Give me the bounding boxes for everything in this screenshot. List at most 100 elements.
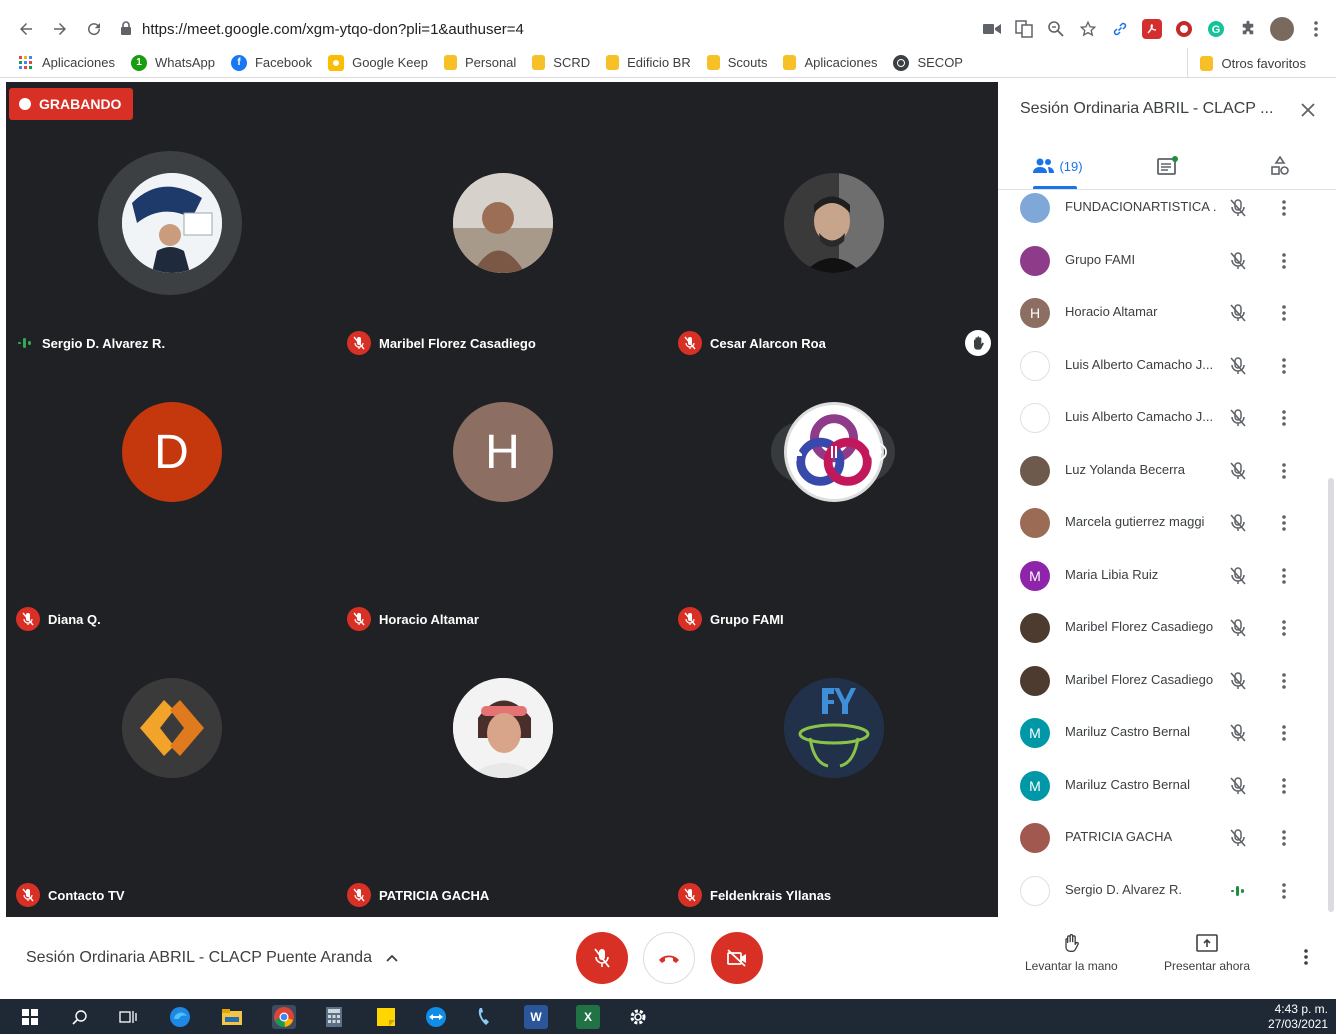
file-explorer-icon[interactable] <box>220 1005 244 1029</box>
participant-row[interactable]: M Maria Libia Ruiz <box>998 550 1328 602</box>
participant-row[interactable]: Luis Alberto Camacho J... <box>998 340 1328 392</box>
kebab-menu-icon[interactable] <box>1272 249 1296 273</box>
mic-off-icon[interactable] <box>1226 721 1250 745</box>
back-button[interactable] <box>10 13 42 45</box>
bookmark-facebook[interactable]: f Facebook <box>230 54 312 71</box>
kebab-menu-icon[interactable] <box>1272 616 1296 640</box>
forward-button[interactable] <box>44 13 76 45</box>
tab-people[interactable]: (19) <box>1028 142 1088 190</box>
participant-row[interactable]: M Mariluz Castro Bernal <box>998 760 1328 812</box>
kebab-menu-icon[interactable] <box>1272 511 1296 535</box>
raise-hand-button[interactable]: Levantar la mano <box>1025 931 1118 973</box>
sticky-notes-icon[interactable] <box>374 1005 398 1029</box>
kebab-menu-icon[interactable] <box>1272 774 1296 798</box>
bookmark-google-keep[interactable]: Google Keep <box>328 54 428 71</box>
mic-off-icon[interactable] <box>1226 564 1250 588</box>
participant-tile[interactable]: Feldenkrais Yllanas <box>668 634 999 910</box>
reload-button[interactable] <box>78 13 110 45</box>
participant-row[interactable]: FUNDACIONARTISTICA ... <box>998 190 1328 234</box>
bookmark-personal[interactable]: Personal <box>443 55 516 70</box>
pin-icon[interactable] <box>786 442 806 462</box>
kebab-menu-icon[interactable] <box>1272 879 1296 903</box>
mic-toggle-button[interactable] <box>576 932 628 984</box>
participant-tile[interactable]: Maribel Florez Casadiego <box>337 82 668 358</box>
kebab-menu-icon[interactable] <box>1272 301 1296 325</box>
mic-off-icon[interactable] <box>1226 354 1250 378</box>
task-view-icon[interactable] <box>116 1005 140 1029</box>
mic-off-icon[interactable] <box>1226 511 1250 535</box>
mic-off-icon[interactable] <box>1226 669 1250 693</box>
search-icon[interactable] <box>68 1005 92 1029</box>
kebab-menu-icon[interactable] <box>1272 406 1296 430</box>
bookmark-secop[interactable]: SECOP <box>893 54 963 71</box>
camera-toggle-button[interactable] <box>711 932 763 984</box>
kebab-menu-icon[interactable] <box>1272 826 1296 850</box>
participant-row[interactable]: Marcela gutierrez maggi <box>998 497 1328 549</box>
mic-off-icon[interactable] <box>1226 616 1250 640</box>
mic-off-icon[interactable] <box>1226 196 1250 220</box>
participant-row[interactable]: Maribel Florez Casadiego <box>998 602 1328 654</box>
chrome-icon[interactable] <box>272 1005 296 1029</box>
mic-off-icon[interactable] <box>1226 459 1250 483</box>
translate-icon[interactable] <box>1014 19 1034 39</box>
tab-chat[interactable] <box>1148 142 1188 190</box>
word-icon[interactable]: W <box>524 1005 548 1029</box>
participant-tile[interactable]: Sergio D. Alvarez R. <box>6 82 337 358</box>
puzzle-icon[interactable] <box>1238 19 1258 39</box>
panel-scrollbar[interactable] <box>1328 478 1334 912</box>
speaking-indicator-icon[interactable] <box>1226 879 1250 903</box>
remove-participant-icon[interactable] <box>868 442 888 462</box>
participant-row[interactable]: Grupo FAMI <box>998 235 1328 287</box>
bookmark-scrd[interactable]: SCRD <box>532 55 590 70</box>
participant-tile[interactable]: Cesar Alarcon Roa <box>668 82 999 358</box>
address-bar[interactable]: https://meet.google.com/xgm-ytqo-don?pli… <box>120 14 950 44</box>
phone-app-icon[interactable] <box>474 1005 498 1029</box>
bookmark-aplicaciones-folder[interactable]: Aplicaciones <box>783 55 877 70</box>
more-options-button[interactable] <box>1294 945 1318 969</box>
participant-tile[interactable]: H Horacio Altamar <box>337 358 668 634</box>
calculator-icon[interactable] <box>322 1005 346 1029</box>
excel-icon[interactable]: X <box>576 1005 600 1029</box>
participant-tile[interactable]: Contacto TV <box>6 634 337 910</box>
mic-off-icon[interactable] <box>1226 301 1250 325</box>
link-icon[interactable] <box>1110 19 1130 39</box>
mute-participant-icon[interactable] <box>824 442 844 462</box>
bookmark-edificio-br[interactable]: Edificio BR <box>606 55 691 70</box>
star-icon[interactable] <box>1078 19 1098 39</box>
participant-tile[interactable]: PATRICIA GACHA <box>337 634 668 910</box>
kebab-menu-icon[interactable] <box>1272 564 1296 588</box>
participant-row[interactable]: Luis Alberto Camacho J... <box>998 392 1328 444</box>
participant-row[interactable]: H Horacio Altamar <box>998 287 1328 339</box>
close-panel-button[interactable] <box>1296 98 1320 122</box>
participant-row[interactable]: Sergio D. Alvarez R. <box>998 865 1328 917</box>
kebab-menu-icon[interactable] <box>1306 19 1326 39</box>
grammarly-icon[interactable]: G <box>1206 19 1226 39</box>
leave-call-button[interactable] <box>643 932 695 984</box>
participant-row[interactable]: Luz Yolanda Becerra <box>998 445 1328 497</box>
kebab-menu-icon[interactable] <box>1272 669 1296 693</box>
edge-icon[interactable] <box>168 1005 192 1029</box>
participant-tile[interactable]: Grupo FAMI <box>668 358 999 634</box>
settings-gear-icon[interactable] <box>626 1005 650 1029</box>
kebab-menu-icon[interactable] <box>1272 721 1296 745</box>
participant-row[interactable]: Maribel Florez Casadiego <box>998 655 1328 707</box>
meeting-details-button[interactable]: Sesión Ordinaria ABRIL - CLACP Puente Ar… <box>26 949 400 967</box>
mic-off-icon[interactable] <box>1226 249 1250 273</box>
kebab-menu-icon[interactable] <box>1272 196 1296 220</box>
mic-off-icon[interactable] <box>1226 774 1250 798</box>
camera-icon[interactable] <box>982 19 1002 39</box>
present-now-button[interactable]: Presentar ahora <box>1164 931 1250 973</box>
zoom-icon[interactable] <box>1046 19 1066 39</box>
mic-off-icon[interactable] <box>1226 406 1250 430</box>
participant-row[interactable]: PATRICIA GACHA <box>998 812 1328 864</box>
mic-off-icon[interactable] <box>1226 826 1250 850</box>
pdf-icon[interactable] <box>1142 19 1162 39</box>
kebab-menu-icon[interactable] <box>1272 459 1296 483</box>
participant-tile[interactable]: D Diana Q. <box>6 358 337 634</box>
bookmark-scouts[interactable]: Scouts <box>706 55 767 70</box>
bookmark-aplicaciones[interactable]: Aplicaciones <box>18 55 115 71</box>
bookmark-otros-favoritos[interactable]: Otros favoritos <box>1187 48 1306 78</box>
teamviewer-icon[interactable] <box>424 1005 448 1029</box>
tab-activities[interactable] <box>1260 142 1300 190</box>
bookmark-whatsapp[interactable]: 1 WhatsApp <box>131 54 215 71</box>
